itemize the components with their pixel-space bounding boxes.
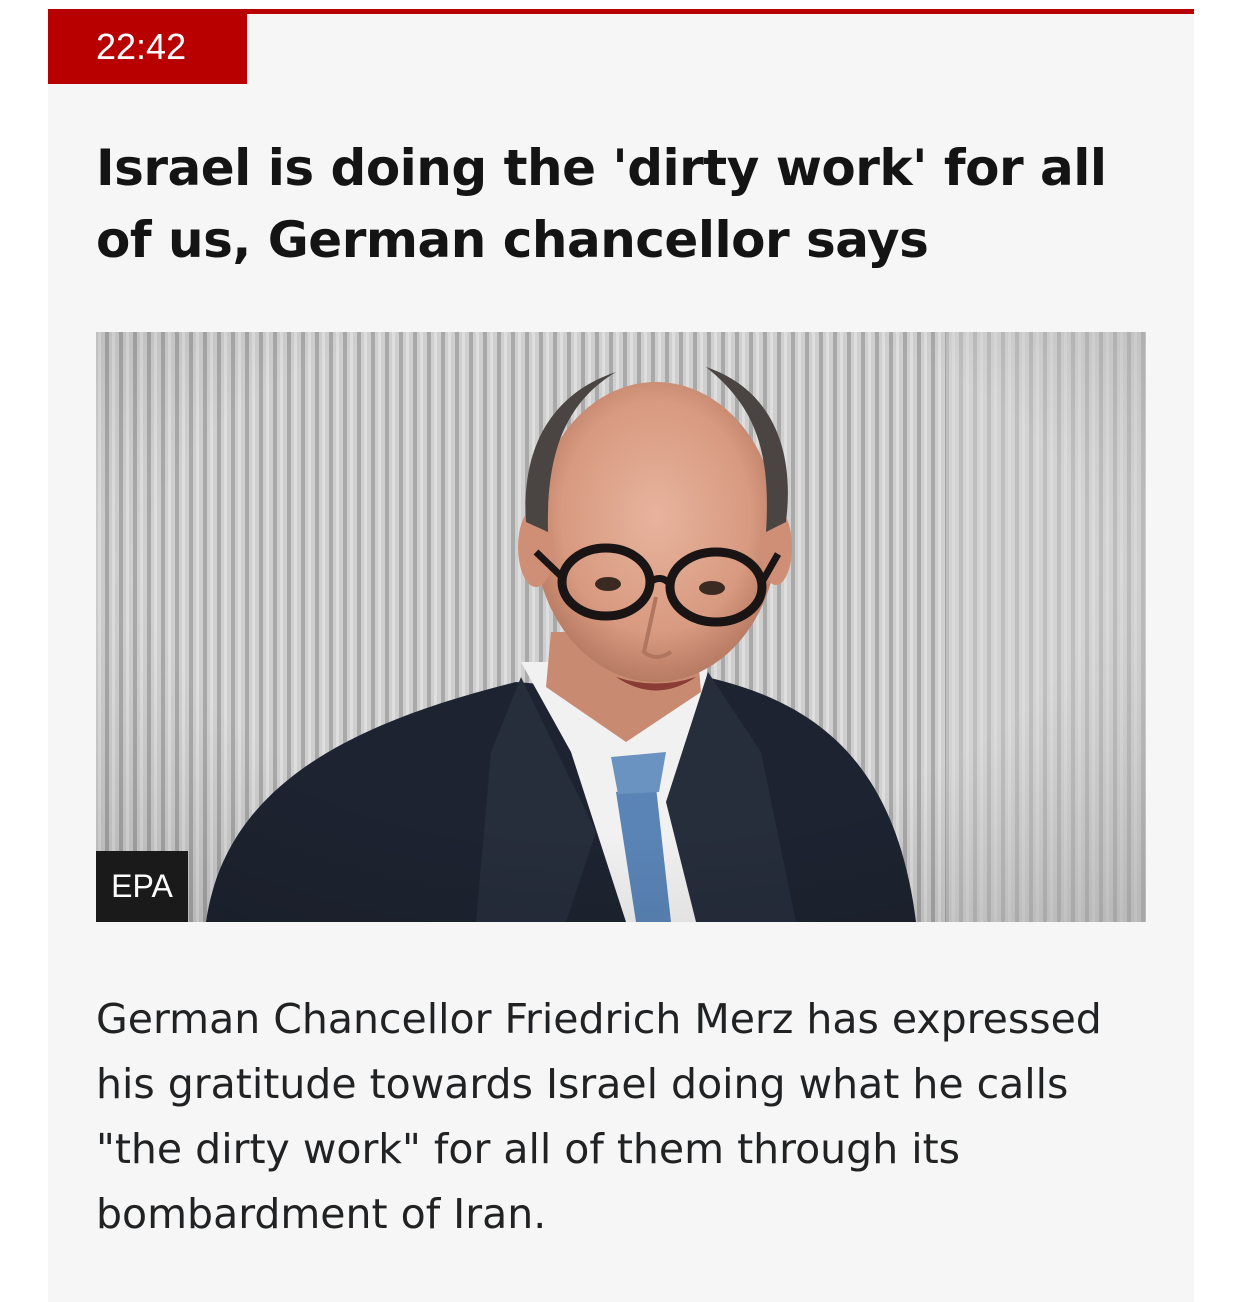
live-post-card: 22:42 Israel is doing the 'dirty work' f… [48, 9, 1194, 1302]
post-summary: German Chancellor Friedrich Merz has exp… [96, 995, 1102, 1238]
post-image[interactable]: EPA [96, 332, 1146, 922]
portrait-photo [96, 332, 1146, 922]
post-time-badge: 22:42 [48, 14, 247, 84]
post-headline[interactable]: Israel is doing the 'dirty work' for all… [96, 132, 1156, 276]
image-credit: EPA [96, 851, 188, 922]
